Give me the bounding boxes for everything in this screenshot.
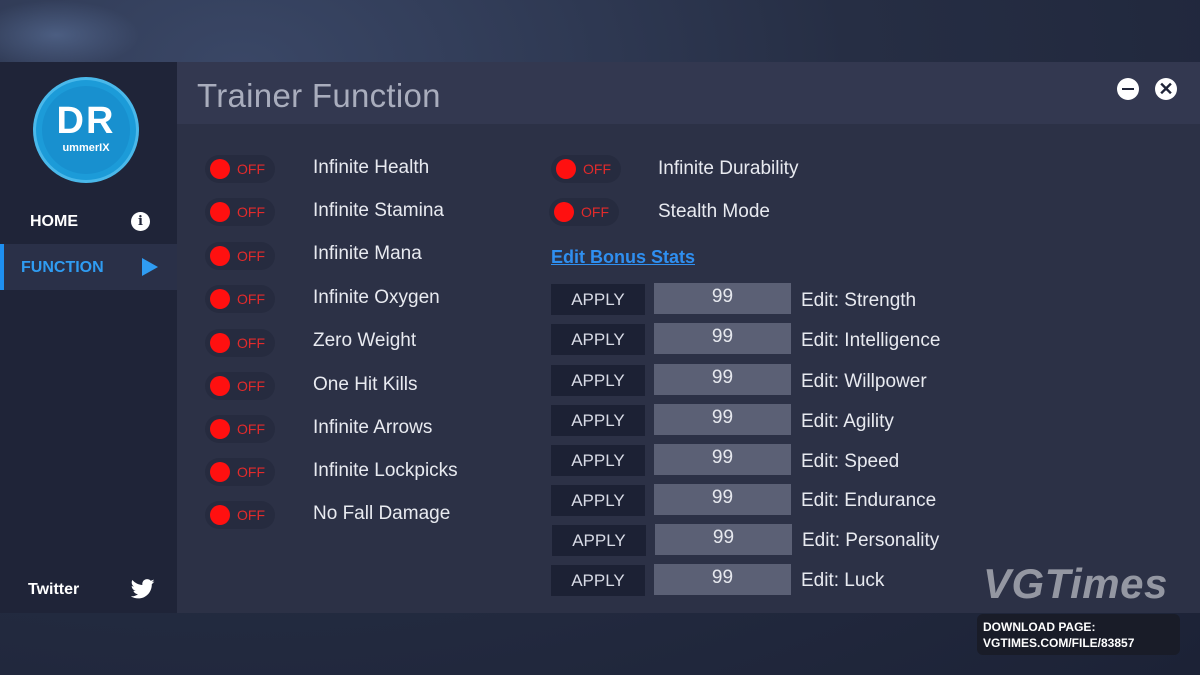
- toggle-state: OFF: [237, 161, 265, 177]
- stat-label: Edit: Agility: [801, 411, 894, 432]
- toggle-dot: [554, 202, 574, 222]
- toggle-state: OFF: [237, 335, 265, 351]
- stat-label: Edit: Personality: [802, 530, 940, 551]
- stat-label: Edit: Speed: [801, 451, 900, 472]
- toggle-infinite-stamina[interactable]: OFF: [205, 198, 275, 226]
- toggle-state: OFF: [583, 161, 611, 177]
- stat-value-input[interactable]: 99: [654, 404, 791, 435]
- apply-button[interactable]: APPLY: [551, 365, 645, 396]
- nav-item-home-label: HOME: [30, 213, 78, 230]
- stat-value-input[interactable]: 99: [654, 564, 791, 595]
- apply-button[interactable]: APPLY: [551, 324, 645, 355]
- page-title: Trainer Function: [197, 77, 441, 114]
- apply-button[interactable]: APPLY: [551, 284, 645, 315]
- toggle-state: OFF: [237, 421, 265, 437]
- toggle-state: OFF: [237, 464, 265, 480]
- stat-label: Edit: Strength: [801, 290, 917, 311]
- logo-text: DR: [56, 100, 116, 142]
- active-indicator: [0, 244, 4, 290]
- stat-value-input[interactable]: 99: [654, 283, 791, 314]
- toggle-dot: [210, 419, 230, 439]
- option-label: Infinite Stamina: [313, 200, 444, 221]
- nav-item-function-label: FUNCTION: [21, 259, 104, 276]
- option-label: Infinite Arrows: [313, 417, 433, 438]
- toggle-dot: [210, 246, 230, 266]
- nav-item-twitter[interactable]: Twitter: [0, 569, 177, 609]
- toggle-infinite-arrows[interactable]: OFF: [205, 415, 275, 443]
- watermark-download-box: DOWNLOAD PAGE: VGTIMES.COM/FILE/83857: [977, 614, 1180, 655]
- toggle-dot: [210, 202, 230, 222]
- toggle-state: OFF: [237, 248, 265, 264]
- nav-item-twitter-label: Twitter: [28, 581, 80, 598]
- toggle-no-fall-damage[interactable]: OFF: [205, 501, 275, 529]
- toggle-dot: [210, 333, 230, 353]
- toggle-infinite-oxygen[interactable]: OFF: [205, 285, 275, 313]
- main-content: Trainer Function ✕ OFF Infinite Health O…: [177, 62, 1200, 613]
- nav-item-home[interactable]: HOME i: [0, 199, 177, 245]
- sidebar: DR ummerIX HOME i FUNCTION Twitter: [0, 62, 177, 613]
- stat-label: Edit: Luck: [801, 570, 885, 591]
- apply-button[interactable]: APPLY: [552, 525, 646, 556]
- stat-value-input[interactable]: 99: [655, 524, 792, 555]
- option-label: Infinite Durability: [658, 158, 799, 179]
- toggle-state: OFF: [237, 204, 265, 220]
- toggle-dot: [210, 159, 230, 179]
- toggle-infinite-durability[interactable]: OFF: [551, 155, 621, 183]
- twitter-bird-icon: [131, 579, 155, 599]
- play-icon: [142, 258, 158, 276]
- background-glow: [0, 0, 140, 70]
- logo-subtext: ummerIX: [62, 142, 110, 154]
- option-label: Infinite Lockpicks: [313, 460, 458, 481]
- toggle-stealth-mode[interactable]: OFF: [549, 198, 619, 226]
- header: Trainer Function ✕: [177, 62, 1200, 124]
- option-label: No Fall Damage: [313, 503, 451, 524]
- option-label: Stealth Mode: [658, 201, 770, 222]
- watermark-line2: VGTIMES.COM/FILE/83857: [983, 636, 1135, 650]
- toggle-infinite-mana[interactable]: OFF: [205, 242, 275, 270]
- option-label: Infinite Health: [313, 157, 430, 178]
- trainer-window: DR ummerIX HOME i FUNCTION Twitter Train…: [0, 62, 1200, 613]
- stat-value-input[interactable]: 99: [654, 444, 791, 475]
- edit-bonus-stats-link[interactable]: Edit Bonus Stats: [551, 247, 695, 268]
- apply-button[interactable]: APPLY: [551, 565, 645, 596]
- option-label: Infinite Oxygen: [313, 287, 440, 308]
- toggle-zero-weight[interactable]: OFF: [205, 329, 275, 357]
- minimize-icon: [1122, 88, 1134, 90]
- toggle-infinite-lockpicks[interactable]: OFF: [205, 458, 275, 486]
- toggle-dot: [556, 159, 576, 179]
- toggle-infinite-health[interactable]: OFF: [205, 155, 275, 183]
- minimize-button[interactable]: [1117, 78, 1139, 100]
- toggle-dot: [210, 462, 230, 482]
- stat-label: Edit: Willpower: [801, 371, 927, 392]
- toggle-dot: [210, 289, 230, 309]
- toggle-one-hit-kills[interactable]: OFF: [205, 372, 275, 400]
- nav-item-function[interactable]: FUNCTION: [0, 244, 177, 290]
- info-icon: i: [131, 212, 150, 231]
- apply-button[interactable]: APPLY: [551, 485, 645, 516]
- close-button[interactable]: ✕: [1155, 78, 1177, 100]
- stat-label: Edit: Endurance: [801, 490, 937, 511]
- option-label: One Hit Kills: [313, 374, 418, 395]
- toggle-dot: [210, 376, 230, 396]
- apply-button[interactable]: APPLY: [551, 445, 645, 476]
- apply-button[interactable]: APPLY: [551, 405, 645, 436]
- logo: DR ummerIX: [36, 80, 136, 180]
- stat-label: Edit: Intelligence: [801, 330, 941, 351]
- stat-value-input[interactable]: 99: [654, 484, 791, 515]
- option-label: Infinite Mana: [313, 243, 422, 264]
- toggle-state: OFF: [237, 507, 265, 523]
- toggle-state: OFF: [237, 291, 265, 307]
- close-icon: ✕: [1158, 79, 1174, 99]
- toggle-dot: [210, 505, 230, 525]
- toggle-state: OFF: [237, 378, 265, 394]
- stat-value-input[interactable]: 99: [654, 323, 791, 354]
- option-label: Zero Weight: [313, 330, 417, 351]
- watermark-brand: VGTimes: [983, 560, 1168, 607]
- watermark-line1: DOWNLOAD PAGE:: [983, 620, 1096, 634]
- toggle-state: OFF: [581, 204, 609, 220]
- stat-value-input[interactable]: 99: [654, 364, 791, 395]
